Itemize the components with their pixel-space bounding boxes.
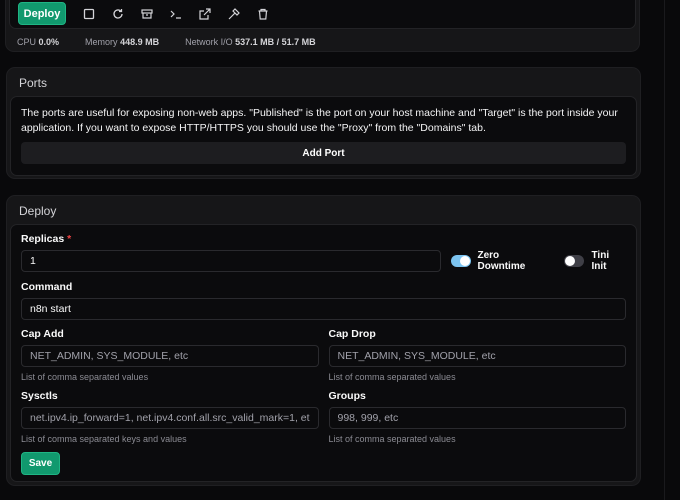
zero-downtime-label: Zero Downtime (477, 250, 526, 272)
archive-icon[interactable] (139, 6, 155, 22)
cap-add-label: Cap Add (21, 328, 64, 340)
cap-add-hint: List of comma separated values (21, 372, 149, 382)
ports-description: The ports are useful for exposing non-we… (21, 107, 618, 134)
command-label: Command (21, 281, 73, 293)
terminal-icon[interactable] (168, 6, 184, 22)
replicas-input[interactable] (21, 250, 441, 272)
zero-downtime-toggle[interactable] (450, 255, 471, 267)
ports-title: Ports (19, 76, 48, 90)
cap-drop-input[interactable] (328, 345, 626, 367)
deploy-card: Deploy Replicas * Zero Downtime Tini Ini… (6, 195, 641, 486)
container-actions-card: Deploy CPU 0.0% Memory 448.9 MB Network … (5, 0, 640, 52)
groups-label: Groups (328, 390, 366, 402)
network-stat: Network I/O 537.1 MB / 51.7 MB (185, 37, 316, 47)
groups-hint: List of comma separated values (328, 434, 456, 444)
trash-icon[interactable] (255, 6, 271, 22)
sysctls-hint: List of comma separated keys and values (21, 434, 187, 444)
scrollbar-track[interactable] (664, 0, 665, 500)
add-port-button[interactable]: Add Port (21, 142, 626, 164)
deploy-title: Deploy (19, 204, 57, 218)
cpu-stat: CPU 0.0% (17, 37, 60, 47)
sysctls-input[interactable] (21, 407, 319, 429)
groups-input[interactable] (328, 407, 626, 429)
external-link-icon[interactable] (197, 6, 213, 22)
sysctls-label: Sysctls (21, 390, 58, 402)
stats-bar: CPU 0.0% Memory 448.9 MB Network I/O 537… (6, 32, 639, 47)
hammer-icon[interactable] (226, 6, 242, 22)
replicas-label: Replicas * (21, 233, 72, 245)
memory-stat: Memory 448.9 MB (85, 37, 160, 47)
tini-init-toggle[interactable] (563, 255, 584, 267)
stop-icon[interactable] (81, 6, 97, 22)
command-input[interactable] (21, 298, 626, 320)
deploy-button[interactable]: Deploy (18, 2, 66, 25)
tini-init-label: Tini Init (591, 250, 610, 272)
cap-drop-label: Cap Drop (328, 328, 376, 340)
cap-drop-hint: List of comma separated values (328, 372, 456, 382)
cap-add-input[interactable] (21, 345, 319, 367)
ports-card: Ports The ports are useful for exposing … (6, 67, 641, 179)
save-button[interactable]: Save (21, 452, 60, 475)
reload-icon[interactable] (110, 6, 126, 22)
